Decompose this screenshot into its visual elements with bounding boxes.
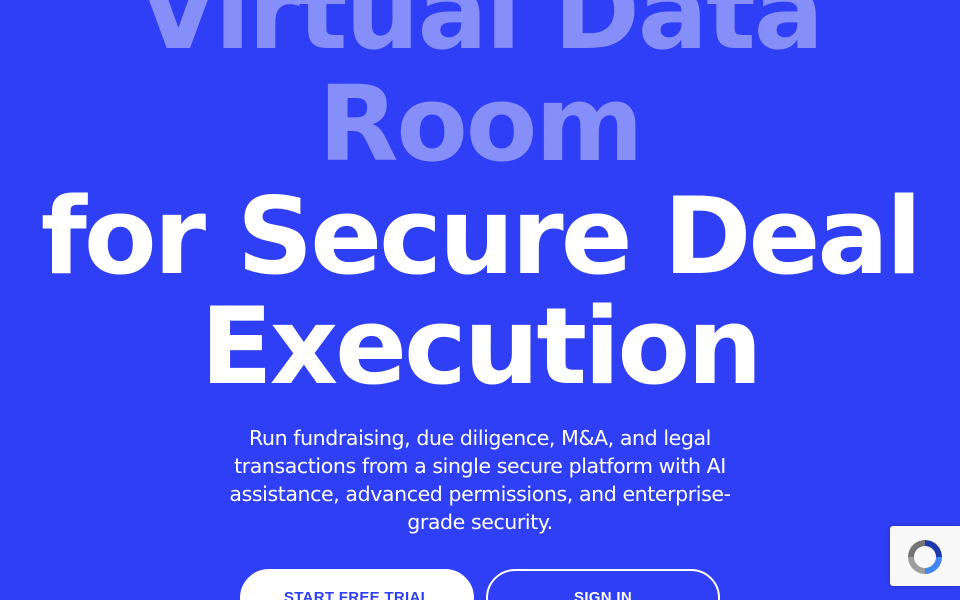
recaptcha-icon [908, 540, 942, 574]
headline-line-3: for Secure Deal [40, 175, 922, 298]
headline-line-2: Room [318, 63, 643, 185]
start-free-trial-button[interactable]: START FREE TRIAL [240, 569, 474, 600]
sign-in-button[interactable]: SIGN IN [486, 569, 720, 600]
recaptcha-badge[interactable] [890, 526, 960, 586]
headline-line-4: Execution [200, 285, 762, 408]
headline-line-1: Virtual Data [138, 0, 824, 73]
cta-row: START FREE TRIAL SIGN IN [0, 569, 960, 600]
hero-subtext: Run fundraising, due diligence, M&A, and… [229, 426, 731, 534]
hero-section: Virtual Data Room for Secure Deal Execut… [0, 0, 960, 600]
